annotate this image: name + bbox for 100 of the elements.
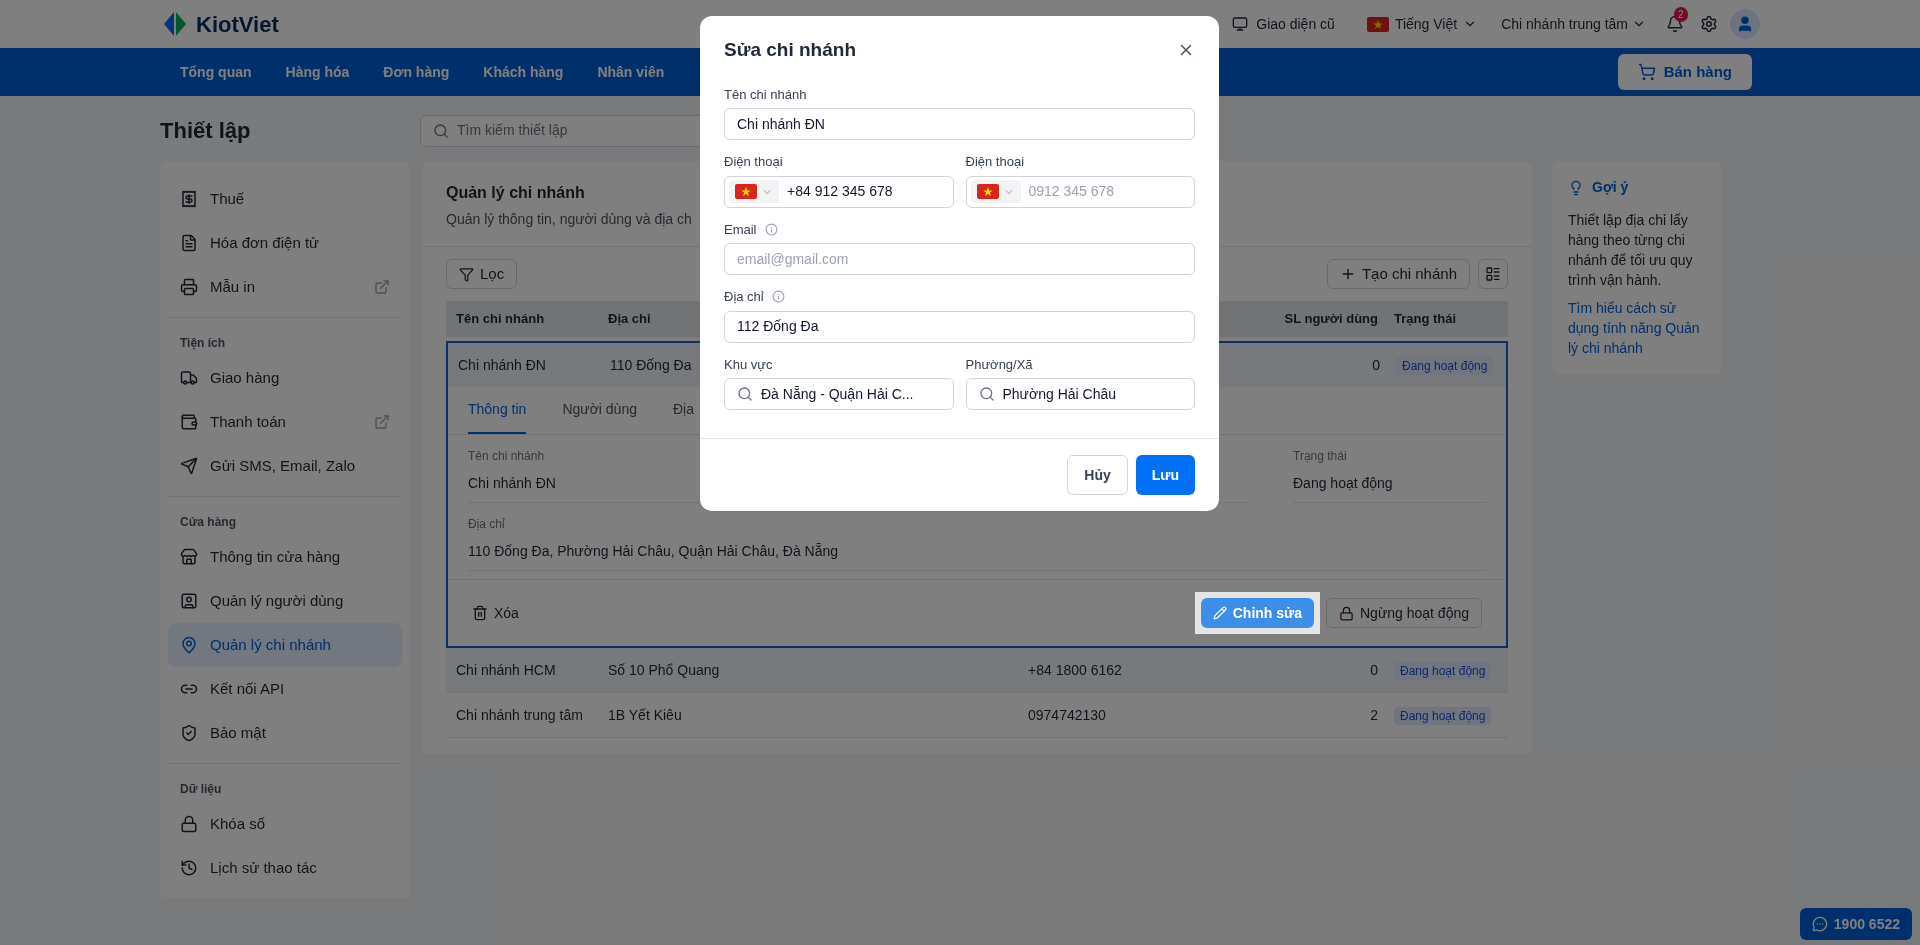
table-cell-text: 2 xyxy=(1370,705,1378,725)
trash-icon xyxy=(472,605,488,621)
sidebar-item[interactable]: Thông tin cửa hàng xyxy=(168,535,402,579)
section-title: Tiện ích xyxy=(179,335,227,352)
nav-item[interactable]: Tổng quan xyxy=(180,61,252,83)
column-header: Địa chỉ xyxy=(608,311,651,327)
table-row[interactable]: Chi nhánh trung tâm 1B Yết Kiêu 0974742130 2 Đang hoạt động xyxy=(446,693,1508,738)
input-field[interactable]: Chi nhánh ĐN xyxy=(724,108,1195,140)
input-field[interactable]: Phường Hải Châu xyxy=(965,378,1195,410)
field-label: Điện thoại xyxy=(965,153,1025,171)
status-tag: Đang hoạt động xyxy=(1394,661,1492,680)
wallet-icon xyxy=(180,413,198,431)
table-cell: +84 1800 6162 xyxy=(1028,661,1122,678)
detail-value: Đang hoạt động xyxy=(1293,474,1393,493)
search-icon xyxy=(433,122,449,139)
sidebar-item[interactable]: Gửi SMS, Email, Zalo xyxy=(168,444,402,488)
sidebar-item[interactable]: Khóa sổ xyxy=(168,802,402,846)
filter-button[interactable]: Lọc xyxy=(446,259,518,289)
detail-tab[interactable]: Thông tin xyxy=(468,387,527,434)
nav-item[interactable]: Khách hàng xyxy=(483,61,564,83)
info-icon xyxy=(764,222,778,236)
panel-title: Quản lý chi nhánh xyxy=(446,183,585,203)
receipt-icon xyxy=(180,190,198,208)
table-cell: 110 Đống Đa xyxy=(610,356,692,373)
table-row[interactable]: Chi nhánh HCM Số 10 Phổ Quang +84 1800 6162 0 Đang hoạt động xyxy=(446,648,1508,693)
detail-value: Chi nhánh ĐN xyxy=(468,474,556,493)
sidebar-item[interactable]: Lịch sử thao tác xyxy=(168,846,402,890)
nav-item[interactable]: Nhân viên xyxy=(597,61,665,83)
avatar-button[interactable] xyxy=(1730,9,1760,39)
search-icon xyxy=(737,386,753,402)
input-field[interactable]: email@gmail.com xyxy=(724,243,1195,275)
lock-icon xyxy=(180,815,198,833)
page-title: Thiết lập xyxy=(160,117,252,145)
chat-icon xyxy=(1811,916,1828,932)
panel-subtitle: Quản lý thông tin, người dùng và địa ch xyxy=(446,210,692,229)
sidebar-item[interactable]: Giao hàng xyxy=(168,356,402,400)
learn-more-link[interactable]: Tìm hiểu cách sử dụng tính năng Quản lý chi nhánh xyxy=(1568,298,1706,358)
input-field[interactable]: 112 Đống Đa xyxy=(724,310,1195,343)
status-tag: Đang hoạt động xyxy=(1394,706,1492,725)
history-icon xyxy=(180,859,198,877)
sidebar-item[interactable]: Thuế xyxy=(168,177,402,221)
hotline-button[interactable]: 1900 6522 xyxy=(1799,908,1912,940)
sidebar-item[interactable]: Quản lý người dùng xyxy=(168,579,402,623)
status-tag: Đang hoạt động xyxy=(1396,356,1494,375)
send-icon xyxy=(180,457,198,475)
edit-button[interactable]: Chỉnh sửa xyxy=(1200,598,1314,628)
monitor-icon xyxy=(1232,16,1249,32)
detail-tab[interactable]: Địa xyxy=(672,387,694,434)
sidebar-item[interactable]: Bảo mật xyxy=(168,711,402,755)
sidebar-item[interactable]: Kết nối API xyxy=(168,667,402,711)
input-field[interactable]: Đà Nẵng - Quận Hải C... xyxy=(724,378,954,410)
save-button[interactable]: Lưu xyxy=(1135,455,1195,495)
detail-label: Địa chỉ xyxy=(468,516,505,533)
document-icon xyxy=(180,234,198,252)
field-label: Địa chỉ xyxy=(724,288,764,306)
field-label: Tên chi nhánh xyxy=(724,85,807,104)
create-branch-button[interactable]: Tạo chi nhánh xyxy=(1326,259,1470,289)
field-label: Email xyxy=(724,220,757,239)
sidebar-item[interactable]: Quản lý chi nhánh xyxy=(168,623,402,667)
table-cell: 1B Yết Kiêu xyxy=(608,706,682,723)
table-cell: Chi nhánh HCM xyxy=(456,661,556,678)
legacy-ui-link[interactable]: Giao diện cũ xyxy=(1232,13,1335,35)
sidebar-item[interactable]: Hóa đơn điện tử xyxy=(168,221,402,265)
deactivate-button[interactable]: Ngừng hoạt động xyxy=(1326,598,1482,628)
nav-item[interactable]: Hàng hóa xyxy=(285,61,350,83)
store-icon xyxy=(180,548,198,566)
printer-icon xyxy=(180,278,198,296)
delete-button[interactable]: Xóa xyxy=(472,602,519,624)
lightbulb-icon xyxy=(1568,179,1584,196)
flag-icon xyxy=(735,184,757,199)
sidebar-item[interactable]: Mẫu in xyxy=(168,265,402,309)
language-selector[interactable]: Tiếng Việt xyxy=(1366,13,1478,35)
flag-icon xyxy=(976,184,999,199)
flag-icon xyxy=(1366,16,1389,32)
detail-label: Tên chi nhánh xyxy=(468,448,545,465)
nav-item[interactable]: Đơn hàng xyxy=(383,61,450,83)
cart-icon xyxy=(1637,63,1656,81)
settings-icon[interactable] xyxy=(1700,15,1718,33)
cancel-button[interactable]: Hủy xyxy=(1067,455,1128,495)
branch-selector[interactable]: Chi nhánh trung tâm xyxy=(1501,13,1646,35)
pencil-icon xyxy=(1212,606,1227,620)
truck-icon xyxy=(180,369,198,387)
sell-button[interactable]: Bán hàng xyxy=(1617,54,1752,90)
column-header: SL người dùng xyxy=(1284,310,1378,329)
column-header: Trạng thái xyxy=(1394,310,1457,329)
column-settings-button[interactable] xyxy=(1478,259,1508,289)
column-header: Tên chi nhánh xyxy=(456,311,545,327)
logo-text: KiotViet xyxy=(196,10,279,39)
input-field[interactable]: +84 912 345 678 xyxy=(724,175,954,208)
input-field[interactable]: 0912 345 678 xyxy=(965,175,1195,208)
section-title: Dữ liệu xyxy=(179,781,223,798)
sidebar-item[interactable]: Thanh toán xyxy=(168,400,402,444)
field-label: Phường/Xã xyxy=(965,355,1033,374)
detail-tab[interactable]: Người dùng xyxy=(562,387,637,434)
filter-icon xyxy=(459,266,474,282)
map-pin-icon xyxy=(180,636,198,654)
detail-value: 110 Đống Đa, Phường Hải Châu, Quận Hải Châu, Đà Nẵng xyxy=(468,542,839,561)
hint-text: Thiết lập địa chỉ lấy hàng theo từng chi nhánh để tối ưu quy trình vận hành. xyxy=(1568,211,1694,290)
list-icon xyxy=(1485,266,1501,282)
hint-title: Gợi ý xyxy=(1592,178,1629,197)
